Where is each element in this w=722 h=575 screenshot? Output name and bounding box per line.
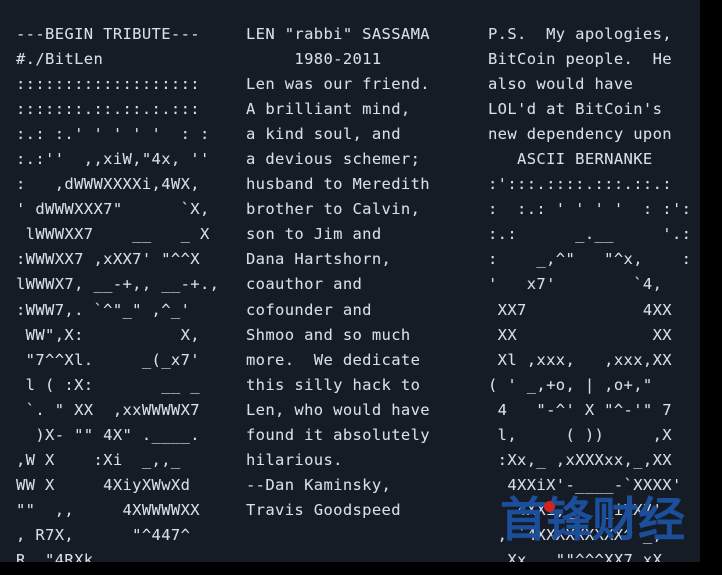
screenshot-root: ---BEGIN TRIBUTE--- #./BitLen ::::::::::… [0, 0, 722, 575]
ascii-tribute-columns: ---BEGIN TRIBUTE--- #./BitLen ::::::::::… [0, 0, 700, 563]
tribute-text: LEN "rabbi" SASSAMA 1980-2011 Len was ou… [246, 24, 430, 520]
bitlen-ascii-art: ---BEGIN TRIBUTE--- #./BitLen ::::::::::… [16, 24, 220, 563]
bernanke-ascii-art: P.S. My apologies, BitCoin people. He al… [488, 24, 692, 563]
bezel-right [700, 0, 722, 575]
bezel-bottom [0, 562, 722, 575]
terminal-window: ---BEGIN TRIBUTE--- #./BitLen ::::::::::… [0, 0, 700, 562]
